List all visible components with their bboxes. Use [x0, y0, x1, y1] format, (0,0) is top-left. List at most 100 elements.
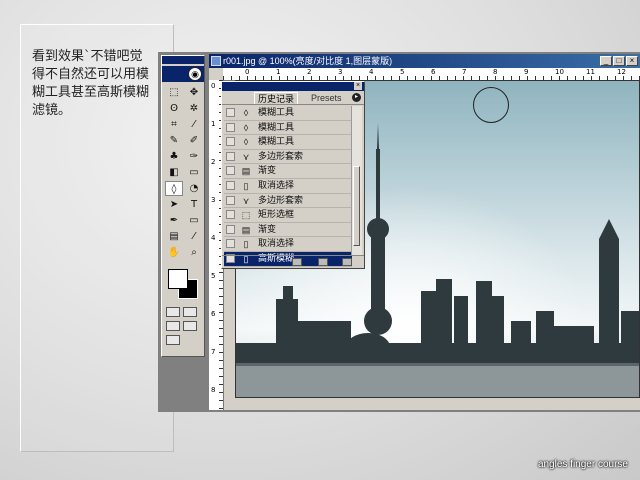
ruler-tick-label: 3 [338, 68, 343, 76]
history-item[interactable]: ▯ 取消选择 [224, 179, 352, 194]
type-tool-icon[interactable]: T [185, 197, 203, 212]
hand-tool-icon[interactable]: ✋ [165, 245, 183, 260]
minimize-button[interactable]: _ [600, 56, 612, 66]
eye-logo-icon: ◉ [188, 67, 202, 81]
document-icon: ▯ [243, 239, 249, 250]
note-text: 看到效果`不错吧觉得不自然还可以用模糊工具甚至高斯模糊滤镜。 [32, 49, 150, 118]
history-item[interactable]: ▯ 取消选择 [224, 237, 352, 252]
magic-wand-tool-icon[interactable]: ✲ [185, 101, 203, 116]
pen-tool-icon[interactable]: ✒ [165, 213, 183, 228]
brush-tool-icon[interactable]: ✐ [185, 133, 203, 148]
zoom-tool-icon[interactable]: ⌕ [185, 245, 203, 260]
history-item-label: 渐变 [258, 165, 277, 176]
document-titlebar[interactable]: r001.jpg @ 100%(亮度/对比度 1,图层蒙版) _ □ × [209, 54, 640, 68]
history-item[interactable]: ⋎ 多边形套索 [224, 150, 352, 165]
history-item-label: 取消选择 [258, 179, 295, 190]
quickmask-mode-button[interactable] [183, 307, 197, 317]
crop-tool-icon[interactable]: ⌗ [165, 117, 183, 132]
history-scrollbar[interactable] [351, 106, 362, 256]
gradient-icon: ▤ [241, 224, 251, 235]
history-item[interactable]: ◊ 模糊工具 [224, 135, 352, 150]
history-item[interactable]: ◊ 模糊工具 [224, 121, 352, 136]
trash-icon[interactable] [342, 258, 352, 266]
history-tabs: 历史记录 Presets ▸ [222, 91, 364, 105]
eyedropper-icon[interactable]: ⁄ [185, 229, 203, 244]
course-credit: angles finger course [537, 459, 628, 470]
polygon-lasso-icon: ⋎ [242, 195, 250, 206]
snapshot-checkbox[interactable] [226, 137, 235, 147]
tab-presets[interactable]: Presets [308, 92, 345, 104]
history-item-label: 模糊工具 [258, 136, 295, 147]
clone-stamp-icon[interactable]: ♣ [165, 149, 183, 164]
snapshot-checkbox[interactable] [226, 122, 235, 132]
history-panel-titlebar[interactable]: × [222, 82, 364, 91]
snapshot-checkbox[interactable] [226, 108, 235, 117]
screen-mode-2-button[interactable] [183, 321, 197, 331]
ruler-tick-label: 11 [586, 68, 595, 76]
ruler-tick-label: 4 [211, 234, 216, 242]
ruler-tick-label: 2 [211, 158, 216, 166]
color-swatches[interactable] [165, 267, 201, 301]
new-document-from-state-icon[interactable] [292, 258, 302, 266]
jump-buttons [162, 333, 204, 347]
eraser-tool-icon[interactable]: ◧ [165, 165, 183, 180]
toolbox-titlebar[interactable] [162, 56, 204, 64]
blur-tool-icon[interactable]: ◊ [165, 181, 183, 196]
notes-tool-icon[interactable]: ▤ [165, 229, 183, 244]
ruler-tick-label: 6 [431, 68, 436, 76]
snapshot-checkbox[interactable] [226, 180, 235, 190]
ruler-tick-label: 3 [211, 196, 216, 204]
brush-cursor-circle [473, 87, 509, 123]
move-tool-icon[interactable]: ✥ [185, 85, 203, 100]
shape-tool-icon[interactable]: ▭ [185, 213, 203, 228]
history-item-label: 矩形选框 [258, 209, 295, 220]
snapshot-checkbox[interactable] [226, 224, 235, 234]
history-item-label: 模糊工具 [258, 121, 295, 132]
ruler-tick-label: 10 [555, 68, 564, 76]
ruler-tick-label: 12 [617, 68, 626, 76]
ruler-tick-label: 9 [524, 68, 529, 76]
screen-mode-buttons [162, 319, 204, 333]
healing-brush-icon[interactable]: ✎ [165, 133, 183, 148]
snapshot-checkbox[interactable] [226, 239, 235, 249]
ruler-tick-label: 5 [211, 272, 216, 280]
history-item-label: 渐变 [258, 223, 277, 234]
lasso-tool-icon[interactable]: ʘ [165, 101, 183, 116]
maximize-button[interactable]: □ [613, 56, 625, 66]
snapshot-checkbox[interactable] [226, 210, 235, 220]
history-brush-icon[interactable]: ✑ [185, 149, 203, 164]
panel-menu-icon[interactable]: ▸ [352, 93, 361, 102]
jump-to-imageready-button[interactable] [166, 335, 180, 345]
history-item[interactable]: ◊ 模糊工具 [224, 106, 352, 121]
standard-mode-button[interactable] [166, 307, 180, 317]
close-button[interactable]: × [626, 56, 638, 66]
ruler-tick-label: 7 [211, 348, 216, 356]
scrollbar-thumb[interactable] [353, 166, 360, 246]
photoshop-logo[interactable]: ◉ [162, 66, 204, 82]
document-title: r001.jpg @ 100%(亮度/对比度 1,图层蒙版) [223, 56, 393, 66]
history-item[interactable]: ▤ 渐变 [224, 223, 352, 238]
snapshot-checkbox[interactable] [226, 166, 235, 176]
history-item[interactable]: ⬚ 矩形选框 [224, 208, 352, 223]
dodge-tool-icon[interactable]: ◔ [185, 181, 203, 196]
screen-mode-1-button[interactable] [166, 321, 180, 331]
ruler-tick-label: 2 [307, 68, 312, 76]
close-icon[interactable]: × [354, 82, 362, 90]
snapshot-checkbox[interactable] [226, 195, 235, 205]
ruler-tick-label: 6 [211, 310, 216, 318]
tab-history[interactable]: 历史记录 [254, 92, 299, 104]
ruler-tick-label: 4 [369, 68, 374, 76]
history-item[interactable]: ⋎ 多边形套索 [224, 194, 352, 209]
slice-tool-icon[interactable]: ⁄ [185, 117, 203, 132]
blur-drop-icon: ◊ [243, 108, 249, 118]
ruler-tick-label: 1 [211, 120, 216, 128]
marquee-tool-icon[interactable]: ⬚ [165, 85, 183, 100]
gradient-tool-icon[interactable]: ▭ [185, 165, 203, 180]
path-select-icon[interactable]: ➤ [165, 197, 183, 212]
history-item[interactable]: ▤ 渐变 [224, 164, 352, 179]
ruler-tick-label: 8 [493, 68, 498, 76]
foreground-color[interactable] [168, 269, 188, 289]
new-snapshot-icon[interactable] [318, 258, 328, 266]
history-item-label: 模糊工具 [258, 107, 295, 117]
snapshot-checkbox[interactable] [226, 151, 235, 161]
